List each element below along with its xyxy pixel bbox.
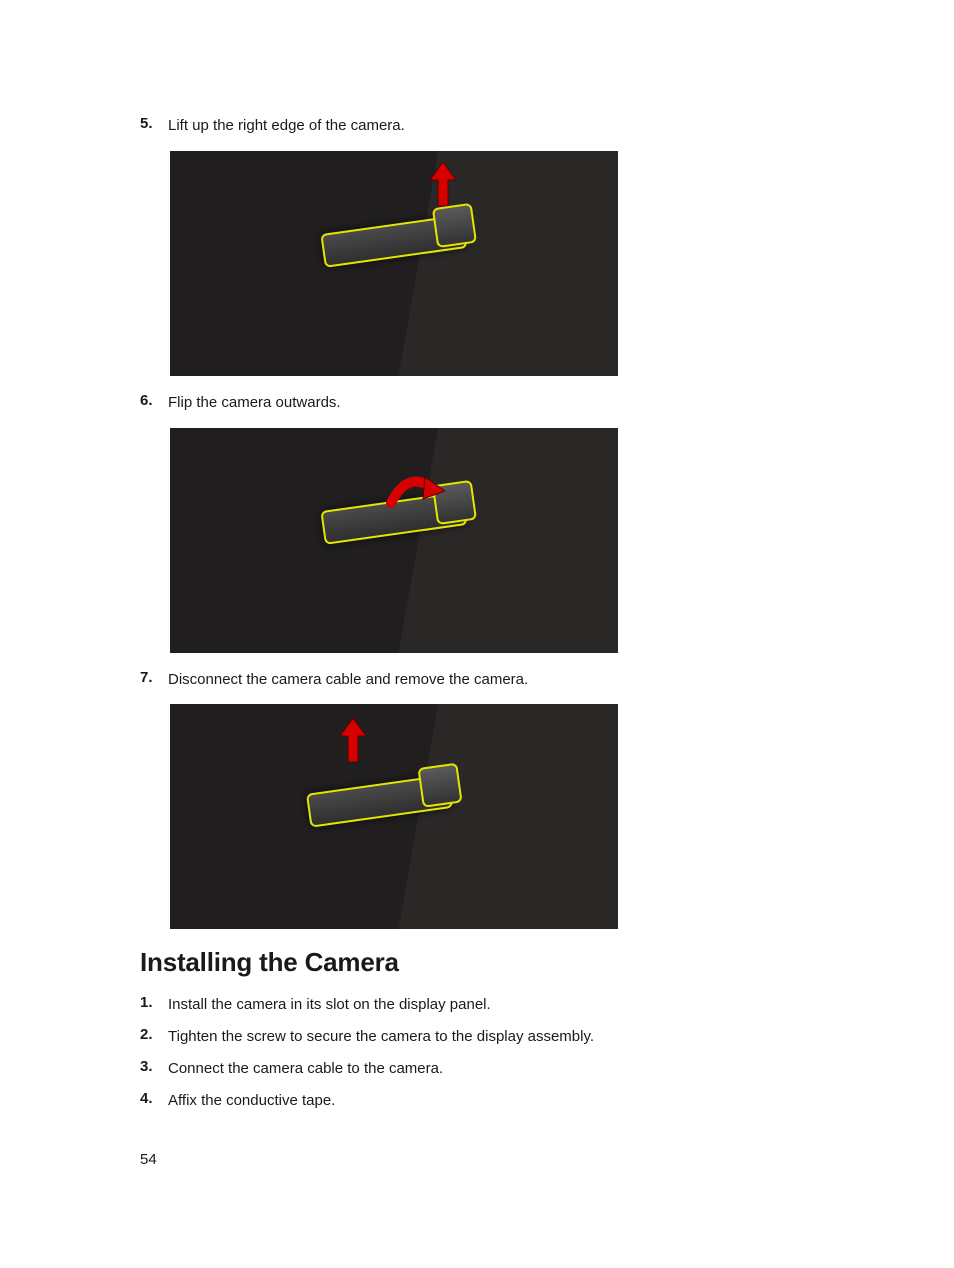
figure-step-7 [170,704,618,929]
step-text: Connect the camera cable to the camera. [168,1058,443,1080]
arrow-up-icon [340,718,366,762]
step-number: 6. [140,392,168,409]
step-text: Lift up the right edge of the camera. [168,115,405,137]
step-number: 1. [140,994,168,1011]
arrow-up-icon [430,162,456,206]
figure-step-5 [170,151,618,376]
install-step-3: 3. Connect the camera cable to the camer… [140,1058,814,1080]
step-text: Flip the camera outwards. [168,392,341,414]
step-number: 4. [140,1090,168,1107]
step-text: Affix the conductive tape. [168,1090,335,1112]
step-number: 5. [140,115,168,132]
install-step-1: 1. Install the camera in its slot on the… [140,994,814,1016]
step-text: Install the camera in its slot on the di… [168,994,491,1016]
page-number: 54 [140,1151,157,1168]
section-heading: Installing the Camera [140,947,814,978]
step-text: Tighten the screw to secure the camera t… [168,1026,594,1048]
figure-step-6 [170,428,618,653]
step-text: Disconnect the camera cable and remove t… [168,669,528,691]
step-number: 2. [140,1026,168,1043]
step-number: 7. [140,669,168,686]
arrow-rotate-icon [385,473,445,517]
install-steps: 1. Install the camera in its slot on the… [140,994,814,1111]
install-step-2: 2. Tighten the screw to secure the camer… [140,1026,814,1048]
manual-page: 5. Lift up the right edge of the camera.… [0,0,954,1268]
step-number: 3. [140,1058,168,1075]
step-5: 5. Lift up the right edge of the camera. [140,115,814,137]
install-step-4: 4. Affix the conductive tape. [140,1090,814,1112]
step-6: 6. Flip the camera outwards. [140,392,814,414]
step-7: 7. Disconnect the camera cable and remov… [140,669,814,691]
